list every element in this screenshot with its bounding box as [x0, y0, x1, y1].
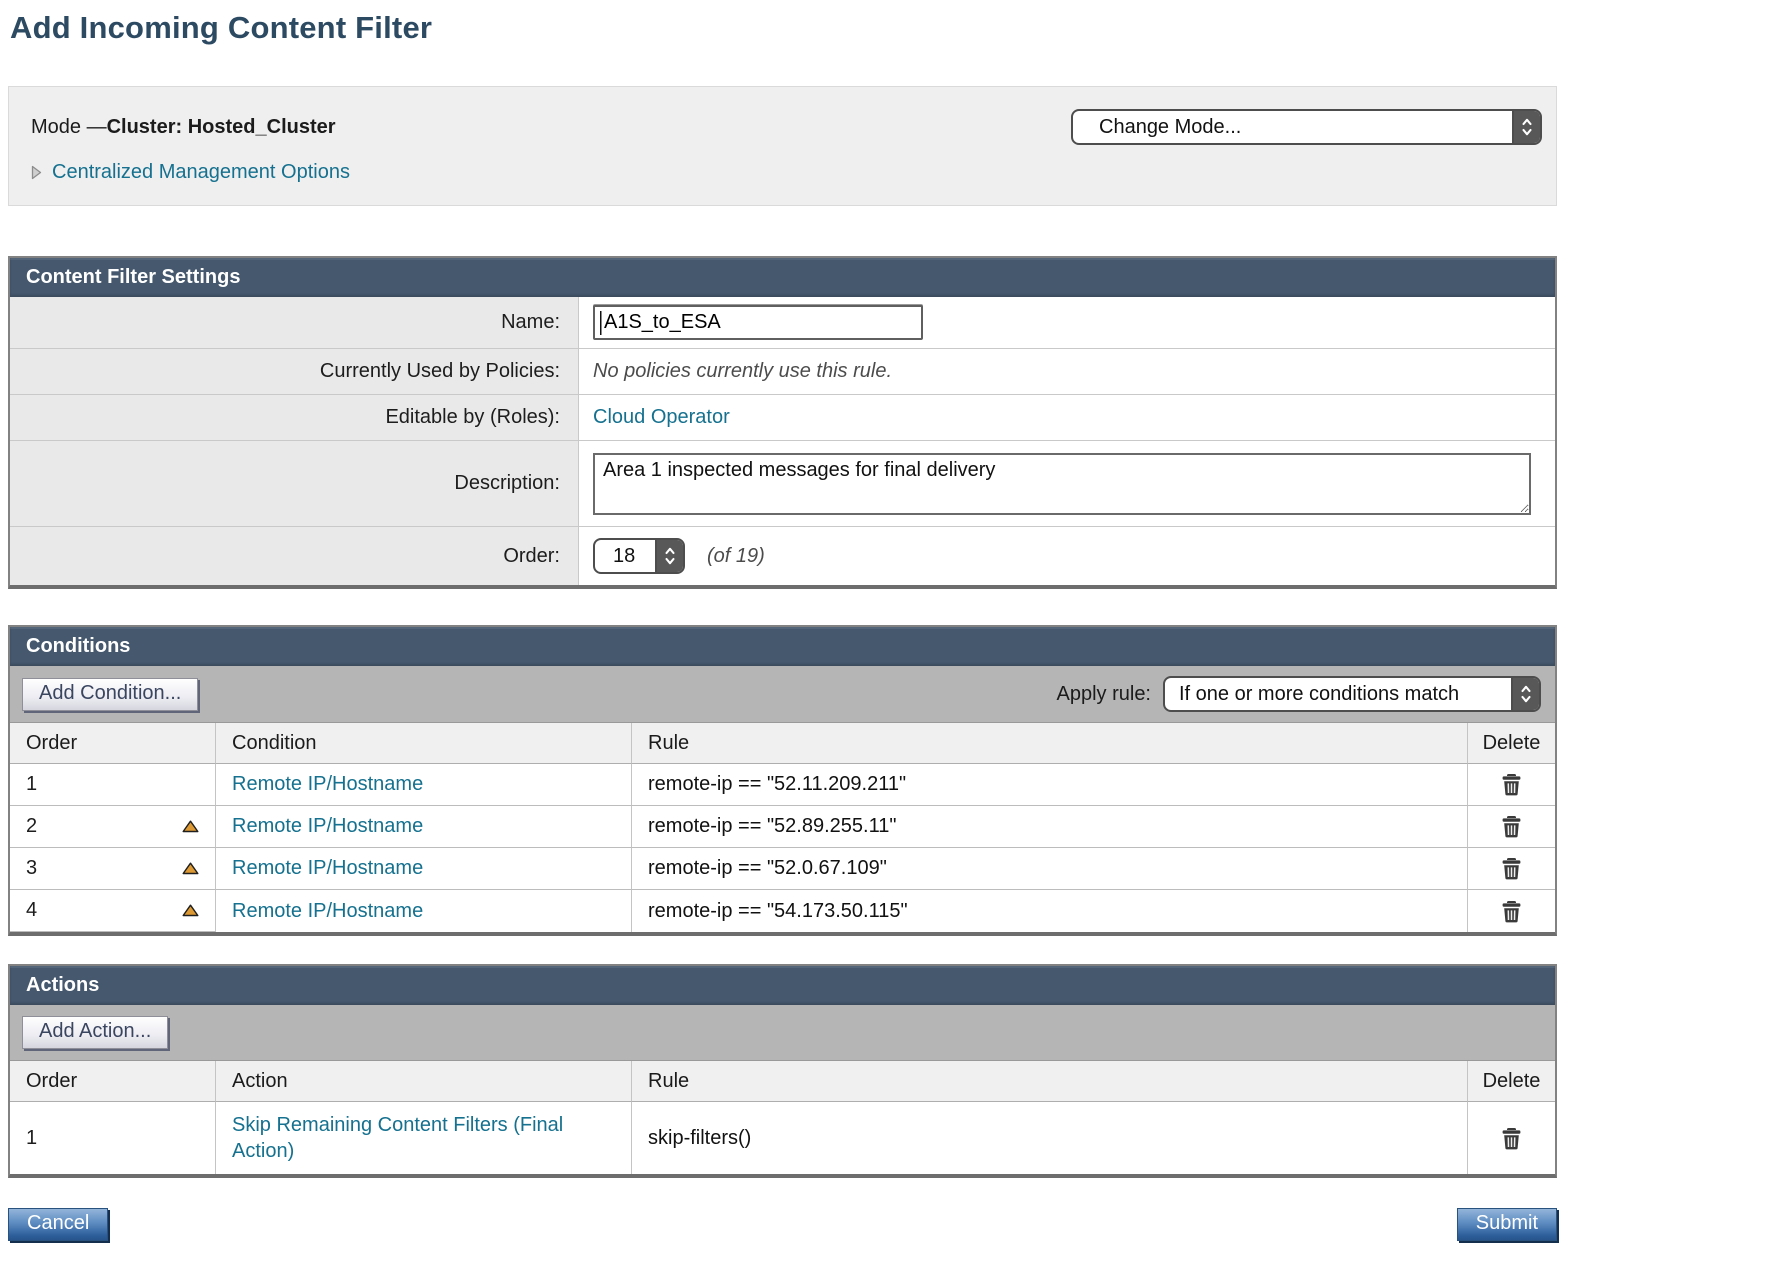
condition-link[interactable]: Remote IP/Hostname	[232, 857, 423, 880]
condition-link[interactable]: Remote IP/Hostname	[232, 900, 423, 923]
settings-panel-header: Content Filter Settings	[10, 258, 1555, 297]
move-up-icon[interactable]	[182, 904, 199, 917]
condition-row-order: 1	[10, 764, 216, 806]
action-row-order: 1	[10, 1102, 216, 1174]
content-filter-settings-panel: Content Filter Settings Name: Currently …	[8, 256, 1557, 589]
actions-col-delete: Delete	[1468, 1061, 1555, 1102]
condition-order-number: 3	[26, 857, 37, 880]
action-order-number: 1	[26, 1127, 37, 1150]
action-rule: skip-filters()	[648, 1127, 751, 1150]
order-of-note: (of 19)	[707, 545, 765, 568]
condition-link[interactable]: Remote IP/Hostname	[232, 773, 423, 796]
delete-trash-icon[interactable]	[1501, 857, 1522, 880]
actions-panel: Actions Add Action... Order Action Rule …	[8, 964, 1557, 1178]
settings-row-name: Name:	[10, 297, 1555, 349]
actions-col-order: Order	[10, 1061, 216, 1102]
actions-panel-header: Actions	[10, 966, 1555, 1005]
policies-value: No policies currently use this rule.	[593, 360, 892, 383]
conditions-col-rule: Rule	[632, 723, 1468, 764]
submit-button[interactable]: Submit	[1457, 1208, 1557, 1241]
conditions-panel-header: Conditions	[10, 627, 1555, 666]
apply-rule-group: Apply rule: If one or more conditions ma…	[1057, 676, 1544, 712]
name-input[interactable]	[593, 305, 923, 340]
description-input[interactable]: Area 1 inspected messages for final deli…	[593, 453, 1531, 515]
condition-link[interactable]: Remote IP/Hostname	[232, 815, 423, 838]
actions-table: Order Action Rule Delete 1 Skip Remainin…	[10, 1061, 1555, 1174]
centralized-management-options-link[interactable]: Centralized Management Options	[52, 161, 350, 184]
condition-row-order: 4	[10, 890, 216, 932]
delete-trash-icon[interactable]	[1501, 1127, 1522, 1150]
order-label: Order:	[10, 527, 578, 585]
mode-row: Mode —Cluster: Hosted_Cluster Change Mod…	[31, 109, 1542, 145]
disclosure-triangle-icon[interactable]	[31, 165, 42, 180]
conditions-table: Order Condition Rule Delete 1 Remote IP/…	[10, 723, 1555, 932]
condition-order-number: 4	[26, 899, 37, 922]
conditions-toolbar: Add Condition... Apply rule: If one or m…	[10, 666, 1555, 723]
select-stepper-icon	[1512, 111, 1540, 143]
cloud-operator-link[interactable]: Cloud Operator	[593, 406, 730, 429]
condition-rule: remote-ip == "52.89.255.11"	[648, 815, 896, 838]
footer-buttons: Cancel Submit	[8, 1208, 1557, 1241]
apply-rule-label: Apply rule:	[1057, 683, 1152, 706]
actions-col-rule: Rule	[632, 1061, 1468, 1102]
page: Add Incoming Content Filter Mode —Cluste…	[0, 0, 1770, 1241]
conditions-col-order: Order	[10, 723, 216, 764]
condition-order-number: 1	[26, 773, 37, 796]
move-up-icon[interactable]	[182, 862, 199, 875]
policies-label: Currently Used by Policies:	[10, 349, 578, 395]
select-stepper-icon	[655, 540, 683, 572]
actions-toolbar: Add Action...	[10, 1005, 1555, 1061]
description-label: Description:	[10, 441, 578, 527]
add-condition-button[interactable]: Add Condition...	[22, 678, 198, 711]
actions-col-action: Action	[216, 1061, 632, 1102]
page-title: Add Incoming Content Filter	[10, 10, 1770, 46]
order-select[interactable]: 18	[593, 538, 685, 574]
delete-trash-icon[interactable]	[1501, 900, 1522, 923]
condition-row-order: 3	[10, 848, 216, 890]
mode-label: Mode —	[31, 116, 107, 138]
change-mode-select-value: Change Mode...	[1073, 111, 1512, 143]
centralized-management-row: Centralized Management Options	[31, 161, 1542, 184]
condition-order-number: 2	[26, 815, 37, 838]
mode-value: Cluster: Hosted_Cluster	[107, 116, 336, 138]
conditions-col-condition: Condition	[216, 723, 632, 764]
settings-row-description: Description: Area 1 inspected messages f…	[10, 441, 1555, 527]
apply-rule-select-value: If one or more conditions match	[1165, 678, 1511, 710]
change-mode-select[interactable]: Change Mode...	[1071, 109, 1542, 145]
condition-rule: remote-ip == "52.11.209.211"	[648, 773, 906, 796]
mode-text: Mode —Cluster: Hosted_Cluster	[31, 116, 336, 139]
delete-trash-icon[interactable]	[1501, 815, 1522, 838]
cancel-button[interactable]: Cancel	[8, 1208, 108, 1241]
condition-rule: remote-ip == "54.173.50.115"	[648, 900, 908, 923]
select-stepper-icon	[1511, 678, 1539, 710]
conditions-panel: Conditions Add Condition... Apply rule: …	[8, 625, 1557, 936]
settings-row-policies: Currently Used by Policies: No policies …	[10, 349, 1555, 395]
order-select-value: 18	[595, 540, 655, 572]
condition-row-order: 2	[10, 806, 216, 848]
move-up-icon[interactable]	[182, 820, 199, 833]
conditions-col-delete: Delete	[1468, 723, 1555, 764]
action-link[interactable]: Skip Remaining Content Filters (Final Ac…	[232, 1112, 617, 1164]
condition-rule: remote-ip == "52.0.67.109"	[648, 857, 887, 880]
apply-rule-select[interactable]: If one or more conditions match	[1163, 676, 1541, 712]
settings-row-order: Order: 18 (of 19)	[10, 527, 1555, 585]
mode-panel: Mode —Cluster: Hosted_Cluster Change Mod…	[8, 86, 1557, 206]
add-action-button[interactable]: Add Action...	[22, 1016, 168, 1049]
name-label: Name:	[10, 297, 578, 349]
delete-trash-icon[interactable]	[1501, 773, 1522, 796]
editable-label: Editable by (Roles):	[10, 395, 578, 441]
settings-row-editable: Editable by (Roles): Cloud Operator	[10, 395, 1555, 441]
